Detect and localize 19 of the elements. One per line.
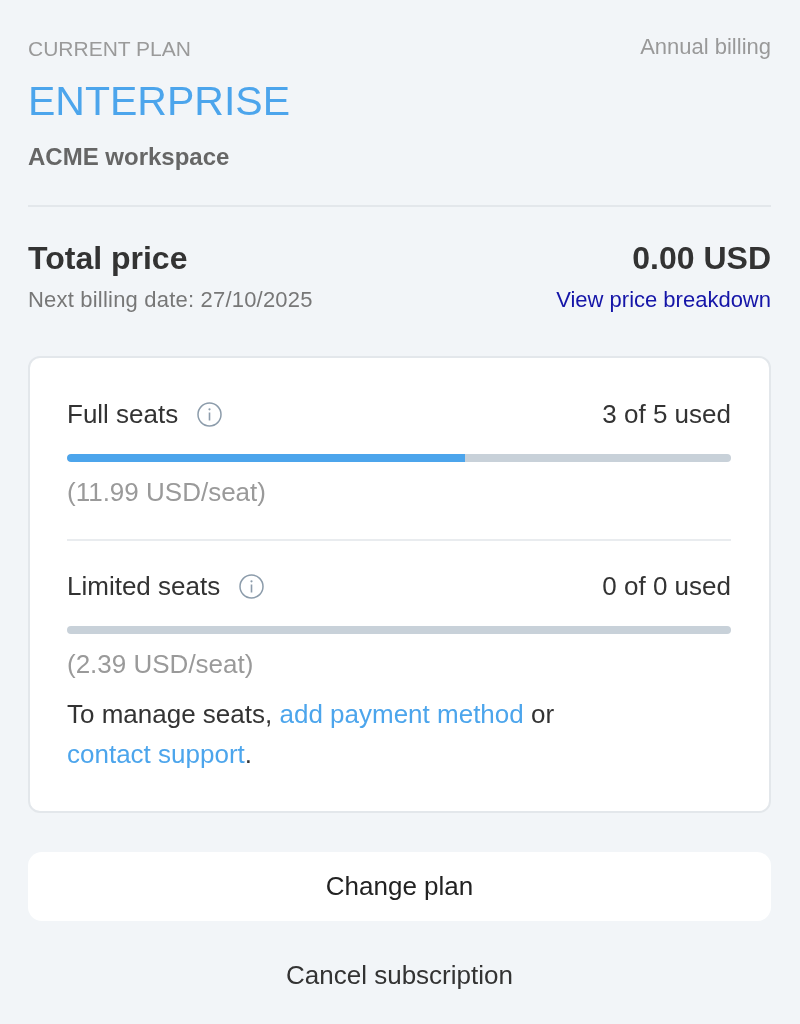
info-icon[interactable]	[197, 401, 223, 427]
info-icon[interactable]	[239, 573, 265, 599]
section-label: CURRENT PLAN	[28, 36, 191, 62]
price-breakdown-link[interactable]: View price breakdown	[556, 286, 771, 314]
seat-type-label: Full seats	[67, 398, 179, 431]
total-price-amount: 0.00 USD	[632, 239, 771, 277]
total-price-label: Total price	[28, 239, 188, 277]
next-billing-date: Next billing date: 27/10/2025	[28, 286, 313, 314]
cancel-subscription-button[interactable]: Cancel subscription	[278, 956, 521, 994]
seat-price: (2.39 USD/seat)	[67, 648, 255, 681]
change-plan-button[interactable]: Change plan	[28, 852, 771, 921]
seat-usage-count: 0 of 0 used	[602, 570, 731, 603]
workspace-name: ACME workspace	[28, 142, 230, 172]
manage-seats-notice: To manage seats, add payment method or contact support.	[67, 698, 556, 771]
seat-type-label: Limited seats	[67, 570, 221, 603]
seat-price: (11.99 USD/seat)	[67, 476, 267, 509]
seat-usage-count: 3 of 5 used	[602, 398, 731, 431]
plan-name: ENTERPRISE	[28, 77, 290, 125]
billing-cycle: Annual billing	[640, 36, 771, 58]
